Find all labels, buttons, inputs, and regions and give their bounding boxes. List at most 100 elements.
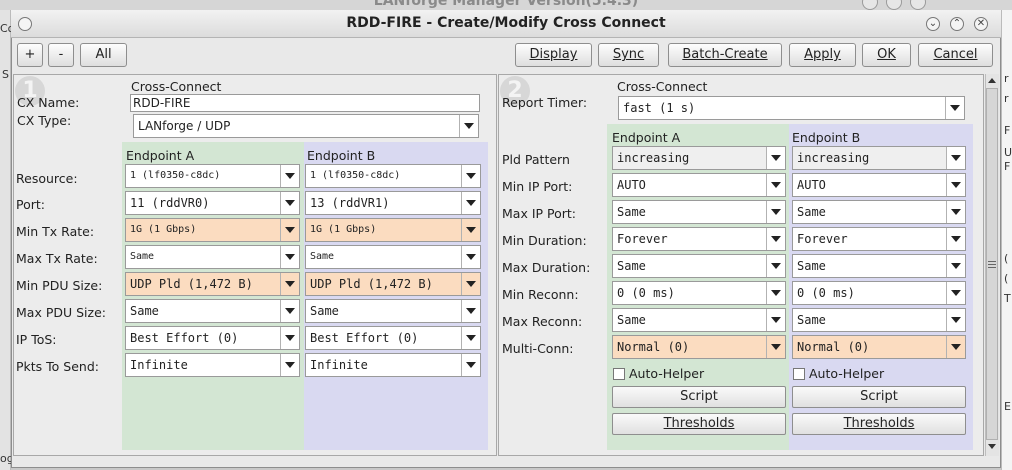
min-pdu-size-a-select[interactable]: UDP Pld (1,472 B)	[125, 272, 300, 296]
resource-b-select[interactable]: 1 (lf0350-c8dc)	[305, 164, 481, 188]
script-a-button[interactable]: Script	[612, 386, 786, 408]
max-pdu-size-b-value: Same	[310, 304, 339, 318]
chevron-down-icon	[766, 336, 785, 358]
grip-icon	[988, 267, 996, 268]
max-ip-port-b-select[interactable]: Same	[792, 200, 966, 224]
grip-icon	[988, 264, 996, 265]
chevron-down-icon	[945, 97, 964, 119]
pld-pattern-b-select[interactable]: increasing	[792, 146, 966, 170]
min-pdu-size-b-select[interactable]: UDP Pld (1,472 B)	[305, 272, 481, 296]
cancel-button-label: Cancel	[933, 47, 978, 62]
close-icon[interactable]: ✕	[974, 17, 988, 31]
chevron-down-icon	[461, 246, 480, 268]
ip-tos-a-select[interactable]: Best Effort (0)	[125, 326, 300, 350]
port-b-select[interactable]: 13 (rddVR1)	[305, 191, 481, 215]
max-pdu-size-label: Max PDU Size:	[16, 305, 106, 320]
ip-tos-b-select[interactable]: Best Effort (0)	[305, 326, 481, 350]
auto-helper-b-checkbox[interactable]	[793, 368, 805, 380]
background-window-title: LANforge Manager Version(5.4.3)	[373, 0, 639, 9]
chevron-down-icon	[946, 228, 965, 250]
port-b-value: 13 (rddVR1)	[310, 196, 390, 210]
min-tx-rate-b-select[interactable]: 1G (1 Gbps)	[305, 218, 481, 242]
sync-button[interactable]: Sync	[598, 43, 659, 67]
resource-a-select[interactable]: 1 (lf0350-c8dc)	[125, 164, 300, 188]
min-reconn-label: Min Reconn:	[502, 287, 579, 302]
display-button-label: Display	[529, 47, 578, 62]
max-reconn-b-select[interactable]: Same	[792, 308, 966, 332]
maximize-icon[interactable]: ⌃	[950, 17, 964, 31]
chevron-down-icon	[766, 174, 785, 196]
max-pdu-size-a-select[interactable]: Same	[125, 299, 300, 323]
pkts-to-send-a-select[interactable]: Infinite	[125, 353, 300, 377]
min-reconn-a-value: 0 (0 ms)	[617, 286, 675, 300]
report-timer-select[interactable]: fast (1 s)	[618, 96, 965, 120]
min-reconn-b-select[interactable]: 0 (0 ms)	[792, 281, 966, 305]
max-duration-b-select[interactable]: Same	[792, 254, 966, 278]
display-button[interactable]: Display	[515, 43, 592, 67]
min-duration-b-select[interactable]: Forever	[792, 227, 966, 251]
min-tx-rate-a-select[interactable]: 1G (1 Gbps)	[125, 218, 300, 242]
chevron-down-icon	[461, 219, 480, 241]
min-tx-rate-label: Min Tx Rate:	[16, 224, 95, 239]
min-ip-port-a-select[interactable]: AUTO	[612, 173, 786, 197]
max-ip-port-a-select[interactable]: Same	[612, 200, 786, 224]
all-button[interactable]: All	[80, 43, 127, 67]
chevron-down-icon	[461, 354, 480, 376]
pkts-to-send-label: Pkts To Send:	[16, 359, 99, 374]
add-button[interactable]: +	[17, 43, 43, 67]
cx-type-select[interactable]: LANforge / UDP	[133, 114, 479, 138]
multi-conn-a-select[interactable]: Normal (0)	[612, 335, 786, 359]
remove-button[interactable]: -	[48, 43, 74, 67]
report-timer-label: Report Timer:	[502, 95, 588, 110]
min-duration-a-select[interactable]: Forever	[612, 227, 786, 251]
max-reconn-a-select[interactable]: Same	[612, 308, 786, 332]
multi-conn-b-select[interactable]: Normal (0)	[792, 335, 966, 359]
scroll-up-icon[interactable]	[988, 78, 996, 83]
port-a-value: 11 (rddVR0)	[130, 196, 210, 210]
chevron-down-icon	[459, 115, 478, 137]
chevron-down-icon	[766, 201, 785, 223]
min-tx-rate-a-value: 1G (1 Gbps)	[130, 224, 197, 235]
multi-conn-a-value: Normal (0)	[617, 340, 690, 354]
endpoint-a-header-2: Endpoint A	[612, 130, 681, 145]
minimize-icon[interactable]: ⌄	[926, 17, 940, 31]
chevron-down-icon	[766, 255, 785, 277]
background-fragment: F	[1004, 124, 1011, 137]
chevron-down-icon	[946, 336, 965, 358]
min-pdu-size-label: Min PDU Size:	[16, 278, 103, 293]
thresholds-a-button[interactable]: Thresholds	[612, 413, 786, 435]
chevron-down-icon	[946, 147, 965, 169]
max-duration-a-value: Same	[617, 259, 646, 273]
port-a-select[interactable]: 11 (rddVR0)	[125, 191, 300, 215]
ip-tos-label: IP ToS:	[16, 332, 57, 347]
auto-helper-a-checkbox[interactable]	[613, 368, 625, 380]
script-b-button[interactable]: Script	[792, 386, 966, 408]
max-tx-rate-b-select[interactable]: Same	[305, 245, 481, 269]
batch-create-button[interactable]: Batch-Create	[668, 43, 782, 67]
apply-button[interactable]: Apply	[789, 43, 856, 67]
cancel-button[interactable]: Cancel	[918, 43, 993, 67]
chevron-down-icon	[461, 273, 480, 295]
background-fragment: U	[1004, 146, 1012, 159]
pld-pattern-b-value: increasing	[797, 151, 870, 165]
chevron-down-icon	[766, 309, 785, 331]
pkts-to-send-b-select[interactable]: Infinite	[305, 353, 481, 377]
min-reconn-a-select[interactable]: 0 (0 ms)	[612, 281, 786, 305]
cx-name-input[interactable]: RDD-FIRE	[130, 94, 480, 112]
min-reconn-b-value: 0 (0 ms)	[797, 286, 855, 300]
scroll-down-icon[interactable]	[988, 444, 996, 449]
apply-button-label: Apply	[804, 47, 841, 62]
max-pdu-size-b-select[interactable]: Same	[305, 299, 481, 323]
pld-pattern-a-select[interactable]: increasing	[612, 146, 786, 170]
min-ip-port-b-select[interactable]: AUTO	[792, 173, 966, 197]
max-tx-rate-a-select[interactable]: Same	[125, 245, 300, 269]
port-label: Port:	[16, 197, 45, 212]
thresholds-b-button[interactable]: Thresholds	[792, 413, 966, 435]
chevron-down-icon	[946, 282, 965, 304]
resource-label: Resource:	[16, 171, 78, 186]
ok-button[interactable]: OK	[862, 43, 911, 67]
max-duration-a-select[interactable]: Same	[612, 254, 786, 278]
chevron-down-icon	[946, 255, 965, 277]
endpoint-b-column	[304, 142, 488, 450]
endpoint-b-header-2: Endpoint B	[792, 130, 861, 145]
